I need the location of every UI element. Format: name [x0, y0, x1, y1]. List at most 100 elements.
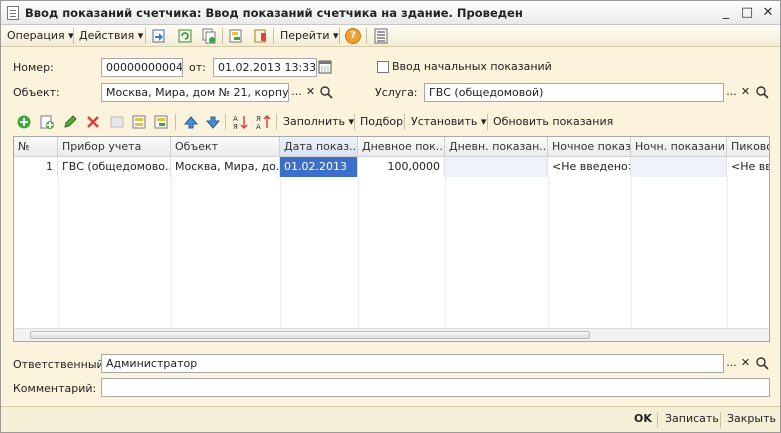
copy-document-icon[interactable]	[201, 28, 217, 44]
operation-menu-label: Операция	[7, 29, 65, 42]
actions-menu-label: Действия	[79, 29, 135, 42]
add-group-icon[interactable]	[131, 114, 147, 130]
clear-icon[interactable]: ✕	[303, 84, 318, 101]
toolbar-divider	[366, 28, 367, 44]
toolbar-divider	[175, 114, 176, 130]
ok-button[interactable]: OK	[634, 412, 652, 425]
move-down-icon[interactable]	[205, 114, 221, 130]
update-readings-button[interactable]: Обновить показания	[493, 114, 613, 130]
svg-text:A: A	[256, 123, 261, 130]
settings-list-icon[interactable]	[373, 28, 389, 44]
initial-readings-checkbox[interactable]	[377, 61, 389, 73]
toolbar-divider	[145, 28, 146, 44]
title-bar: Ввод показаний счетчика: Ввод показаний …	[1, 1, 780, 25]
copy-row-icon[interactable]	[39, 114, 55, 130]
sort-ascending-icon[interactable]: AЯ	[232, 114, 248, 130]
help-icon[interactable]: ?	[345, 28, 361, 44]
peak-reading-cell[interactable]: <Не введ...	[727, 157, 769, 177]
night-reading-cell[interactable]: <Не введено>	[548, 157, 631, 177]
post-document-icon[interactable]	[151, 28, 167, 44]
minimize-button[interactable]: _	[717, 4, 735, 22]
table-toolbar: AЯ ЯA Заполнить ▾ Подбор Установить ▾ Об…	[13, 114, 770, 132]
column-divider	[171, 177, 172, 329]
object-label: Объект:	[13, 86, 60, 99]
scrollbar-thumb[interactable]	[30, 331, 590, 339]
close-button[interactable]: Закрыть	[727, 412, 776, 425]
set-menu-label: Установить	[411, 115, 478, 128]
horizontal-scrollbar[interactable]	[14, 328, 769, 341]
column-divider	[727, 177, 728, 329]
toolbar-divider	[73, 28, 74, 44]
meter-cell[interactable]: ГВС (общедомово...	[58, 157, 171, 177]
service-field[interactable]: ГВС (общедомовой)	[424, 83, 724, 102]
svg-text:Я: Я	[256, 115, 261, 123]
chevron-down-icon: ▾	[137, 29, 144, 42]
service-label: Услуга:	[375, 86, 418, 99]
delete-row-icon[interactable]	[85, 114, 101, 130]
sort-descending-icon[interactable]: ЯA	[255, 114, 271, 130]
day-reading-cell[interactable]: 100,0000	[358, 157, 445, 177]
column-divider	[631, 177, 632, 329]
reading-date-cell[interactable]: 01.02.2013	[280, 157, 358, 177]
comment-label: Комментарий:	[13, 382, 97, 395]
structure-up-icon[interactable]	[228, 28, 244, 44]
button-bar: OK Записать Закрыть	[1, 406, 780, 432]
clear-icon[interactable]: ✕	[738, 355, 753, 372]
print-document-icon[interactable]	[252, 28, 268, 44]
object-field[interactable]: Москва, Мира, дом № 21, корпус 1	[101, 83, 289, 102]
toolbar-divider	[657, 412, 658, 428]
maximize-button[interactable]: □	[738, 4, 756, 22]
night-reading-shown-cell[interactable]	[631, 157, 727, 177]
search-icon[interactable]	[755, 356, 769, 370]
refresh-icon[interactable]	[177, 28, 193, 44]
toolbar-divider	[276, 114, 277, 130]
row-number-cell[interactable]: 1	[14, 157, 58, 177]
calendar-icon[interactable]	[318, 59, 333, 75]
responsible-label: Ответственный:	[13, 358, 108, 371]
fill-menu-label: Заполнить	[283, 115, 345, 128]
day-reading-shown-cell[interactable]	[445, 157, 548, 177]
main-toolbar: Операция ▾ Действия ▾ Перейти ▾ ?	[1, 25, 780, 47]
toolbar-divider	[339, 28, 340, 44]
object-select-button[interactable]: ...	[289, 84, 304, 101]
add-row-icon[interactable]	[16, 114, 32, 130]
edit-row-icon[interactable]	[62, 114, 78, 130]
goto-menu[interactable]: Перейти ▾	[280, 28, 339, 44]
column-divider	[548, 177, 549, 329]
goto-menu-label: Перейти	[280, 29, 330, 42]
window-title: Ввод показаний счетчика: Ввод показаний …	[25, 6, 523, 20]
toolbar-divider	[720, 412, 721, 428]
actions-menu[interactable]: Действия ▾	[79, 28, 143, 44]
search-icon[interactable]	[755, 85, 769, 99]
responsible-field[interactable]: Администратор	[101, 354, 724, 373]
move-up-icon[interactable]	[183, 114, 199, 130]
number-label: Номер:	[13, 61, 54, 74]
add-subitem-icon[interactable]	[153, 114, 169, 130]
operation-menu[interactable]: Операция ▾	[7, 28, 74, 44]
pick-button[interactable]: Подбор	[360, 114, 403, 130]
close-window-button[interactable]: ✕	[759, 4, 777, 22]
chevron-down-icon: ▾	[333, 29, 339, 42]
clear-icon[interactable]: ✕	[738, 84, 753, 101]
number-field[interactable]: 00000000004	[101, 58, 183, 77]
responsible-select-button[interactable]: ...	[724, 355, 739, 372]
object-cell[interactable]: Москва, Мира, до...	[171, 157, 280, 177]
service-select-button[interactable]: ...	[724, 84, 739, 101]
toolbar-divider	[222, 28, 223, 44]
toolbar-divider	[487, 114, 488, 130]
set-menu[interactable]: Установить ▾	[411, 114, 486, 130]
toolbar-divider	[354, 114, 355, 130]
readings-table: № Прибор учета Объект Дата показ... Днев…	[13, 136, 770, 342]
column-divider	[358, 177, 359, 329]
toolbar-divider	[404, 114, 405, 130]
save-button[interactable]: Записать	[665, 412, 719, 425]
fill-menu[interactable]: Заполнить ▾	[283, 114, 354, 130]
comment-field[interactable]	[101, 378, 770, 397]
search-icon[interactable]	[319, 85, 333, 99]
date-label: от:	[189, 61, 206, 74]
column-divider	[280, 177, 281, 329]
table-row[interactable]: 1 ГВС (общедомово... Москва, Мира, до...…	[14, 137, 769, 177]
end-edit-icon	[110, 116, 124, 128]
date-field[interactable]: 01.02.2013 13:33:34	[213, 58, 317, 77]
document-icon	[7, 6, 19, 20]
